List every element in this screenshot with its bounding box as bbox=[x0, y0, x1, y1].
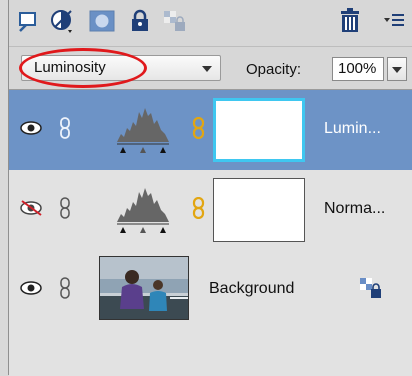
lock-transparency-icon bbox=[360, 278, 381, 298]
chevron-down-icon bbox=[202, 66, 212, 72]
layer-name[interactable]: Background bbox=[209, 280, 294, 298]
layer-row-normal[interactable]: Norma... bbox=[9, 170, 412, 250]
layer-image-thumbnail[interactable] bbox=[99, 256, 189, 320]
opacity-input[interactable]: 100% bbox=[332, 57, 384, 81]
layer-name[interactable]: Norma... bbox=[324, 200, 385, 218]
annotation-highlight-ring bbox=[19, 48, 147, 88]
mask-link-icon[interactable] bbox=[192, 117, 206, 139]
eye-hidden-icon[interactable] bbox=[20, 200, 42, 216]
layer-mask-icon[interactable] bbox=[89, 8, 115, 34]
chevron-down-icon bbox=[392, 67, 402, 73]
layer-row-luminosity[interactable]: Lumin... bbox=[9, 90, 412, 170]
layers-toolbar bbox=[9, 0, 412, 44]
layers-panel: Luminosity Opacity: 100% Lumin... Norma.… bbox=[8, 0, 412, 376]
trash-icon[interactable] bbox=[337, 8, 363, 34]
new-layer-icon[interactable] bbox=[15, 8, 41, 34]
layer-row-background[interactable]: Background bbox=[9, 250, 412, 330]
panel-menu-icon[interactable] bbox=[381, 8, 407, 34]
link-icon[interactable] bbox=[59, 117, 71, 139]
blend-options-bar: Luminosity Opacity: 100% bbox=[9, 46, 412, 89]
lock-all-icon[interactable] bbox=[127, 8, 153, 34]
layer-mask-thumbnail[interactable] bbox=[213, 178, 305, 242]
layer-mask-thumbnail[interactable] bbox=[213, 98, 305, 162]
eye-icon[interactable] bbox=[20, 120, 42, 136]
layers-list: Lumin... Norma... Background bbox=[9, 89, 412, 376]
opacity-dropdown-button[interactable] bbox=[387, 57, 407, 81]
levels-adjustment-icon bbox=[117, 108, 169, 153]
link-icon[interactable] bbox=[59, 277, 71, 299]
lock-transparency-icon[interactable] bbox=[161, 8, 187, 34]
adjustment-layer-icon[interactable] bbox=[49, 8, 75, 34]
mask-link-icon[interactable] bbox=[192, 197, 206, 219]
layer-name[interactable]: Lumin... bbox=[324, 120, 381, 138]
eye-icon[interactable] bbox=[20, 280, 42, 296]
link-icon[interactable] bbox=[59, 197, 71, 219]
levels-adjustment-icon bbox=[117, 188, 169, 233]
opacity-label: Opacity: bbox=[246, 61, 302, 78]
